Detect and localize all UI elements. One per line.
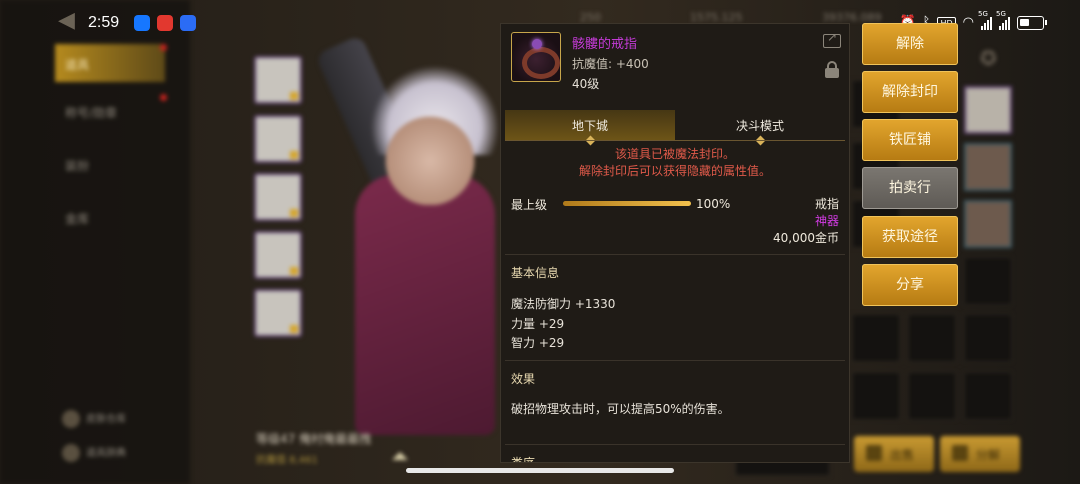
left-tab-vault[interactable]: 金库	[55, 198, 165, 236]
notification-dot	[160, 94, 167, 101]
inventory-cell-item[interactable]	[964, 86, 1012, 134]
signal-icon: 5G	[978, 10, 992, 30]
character-resist: 抗魔值 8,461	[256, 455, 318, 466]
signal-label: 5G	[996, 10, 1006, 18]
seal-message-line1: 该道具已被魔法封印。	[614, 147, 735, 161]
upgrade-progress-bar	[563, 201, 691, 206]
auction-button[interactable]: 拍卖行	[862, 167, 958, 209]
stat-line: 魔法防御力 +1330	[511, 297, 616, 311]
inventory-cell-item[interactable]	[964, 143, 1012, 191]
signal-label: 5G	[978, 10, 988, 18]
item-price: 40,000金币	[773, 231, 839, 245]
divider	[505, 444, 845, 445]
divider	[505, 254, 845, 255]
effect-text: 破招物理攻击时，可以提高50%的伤害。	[511, 402, 730, 416]
item-dictionary-link[interactable]: 道具辞典	[62, 444, 126, 462]
character-body	[355, 175, 495, 435]
equip-slot-bottom[interactable]	[254, 173, 302, 221]
disassemble-button[interactable]: 分解	[940, 436, 1020, 472]
item-header: 骸髏的戒指 抗魔值: +400 40级	[501, 24, 849, 104]
left-tab-titles[interactable]: 称号/勋章	[55, 92, 165, 130]
tab-underline	[505, 140, 845, 141]
skin-storage-label: 皮肤仓库	[86, 414, 126, 425]
seal-message: 该道具已被魔法封印。 解除封印后可以获得隐藏的属性值。	[501, 146, 849, 180]
stat-line: 智力 +29	[511, 336, 565, 350]
back-arrow-icon[interactable]: ◀	[58, 8, 75, 33]
unseal-button[interactable]: 解除封印	[862, 71, 958, 113]
kuaishou-app-icon	[180, 15, 196, 31]
stat-line: 力量 +29	[511, 317, 565, 331]
upgrade-percent: 100%	[696, 197, 731, 211]
ring-icon	[511, 32, 561, 82]
divider	[505, 360, 845, 361]
sell-button[interactable]: 出售	[854, 436, 934, 472]
item-rarity: 神器	[814, 214, 839, 228]
equip-slot-belt[interactable]	[254, 231, 302, 279]
item-resist: 抗魔值: +400	[572, 57, 649, 71]
tab-dungeon[interactable]: 地下城	[505, 110, 675, 146]
sell-icon	[866, 445, 882, 461]
upgrade-label: 最上级	[511, 198, 548, 212]
game-center-app-icon	[157, 15, 173, 31]
blacksmith-button[interactable]: 铁匠铺	[862, 119, 958, 161]
item-dictionary-icon	[62, 444, 80, 462]
alipay-app-icon	[134, 15, 150, 31]
equip-slot-shoes[interactable]	[254, 289, 302, 337]
inventory-cell[interactable]	[908, 314, 956, 362]
inventory-cell[interactable]	[908, 372, 956, 420]
inventory-cell-item[interactable]	[964, 200, 1012, 248]
equip-slot-weapon[interactable]	[254, 56, 302, 104]
disassemble-label: 分解	[976, 448, 1001, 462]
battery-icon	[1017, 16, 1047, 30]
character-head	[385, 95, 475, 205]
skin-storage-icon	[62, 410, 80, 428]
item-type: 戒指	[814, 197, 839, 211]
notification-dot	[160, 44, 167, 51]
equip-slot-top[interactable]	[254, 115, 302, 163]
left-tab-items[interactable]: 道具	[55, 44, 165, 82]
disassemble-icon	[952, 445, 968, 461]
tab-dungeon-label: 地下城	[571, 119, 608, 133]
item-dictionary-label: 道具辞典	[86, 448, 126, 459]
item-name: 骸髏的戒指	[572, 37, 638, 52]
inventory-cell[interactable]	[852, 372, 900, 420]
share-button[interactable]: 分享	[862, 264, 958, 306]
wifi-icon: ◠	[962, 15, 974, 30]
upgrade-progress-fill	[563, 201, 691, 206]
inventory-cell[interactable]	[964, 257, 1012, 305]
inventory-cell[interactable]	[852, 314, 900, 362]
left-tab-avatar[interactable]: 装扮	[55, 145, 165, 183]
share-icon[interactable]	[823, 30, 841, 48]
effect-title: 效果	[511, 372, 536, 386]
inventory-cell[interactable]	[964, 314, 1012, 362]
status-time: 2:59	[88, 14, 120, 31]
mode-tabs: 地下城 决斗模式	[505, 110, 845, 146]
tab-pvp-label: 决斗模式	[735, 119, 784, 133]
lock-icon[interactable]	[825, 61, 839, 78]
seal-message-line2: 解除封印后可以获得隐藏的属性值。	[578, 164, 771, 178]
character-level: 等级47 俺村俺最最拽	[256, 432, 372, 446]
sell-label: 出售	[890, 448, 915, 462]
tab-pvp[interactable]: 决斗模式	[675, 110, 845, 146]
basic-info-title: 基本信息	[511, 266, 560, 280]
character-portrait	[315, 34, 505, 435]
section-title-cut: 类序	[511, 456, 536, 463]
home-indicator[interactable]	[406, 468, 674, 473]
item-tooltip-panel: 骸髏的戒指 抗魔值: +400 40级 地下城 决斗模式 该道具已被魔法封印。 …	[500, 23, 850, 463]
unequip-button[interactable]: 解除	[862, 23, 958, 65]
skin-storage-link[interactable]: 皮肤仓库	[62, 410, 126, 428]
inventory-cell[interactable]	[964, 372, 1012, 420]
acquire-route-button[interactable]: 获取途径	[862, 216, 958, 258]
favorite-star-icon[interactable]: ✪	[980, 47, 1002, 69]
signal-icon: 5G	[996, 10, 1010, 30]
item-level: 40级	[572, 77, 600, 91]
expand-up-icon[interactable]	[392, 452, 408, 460]
